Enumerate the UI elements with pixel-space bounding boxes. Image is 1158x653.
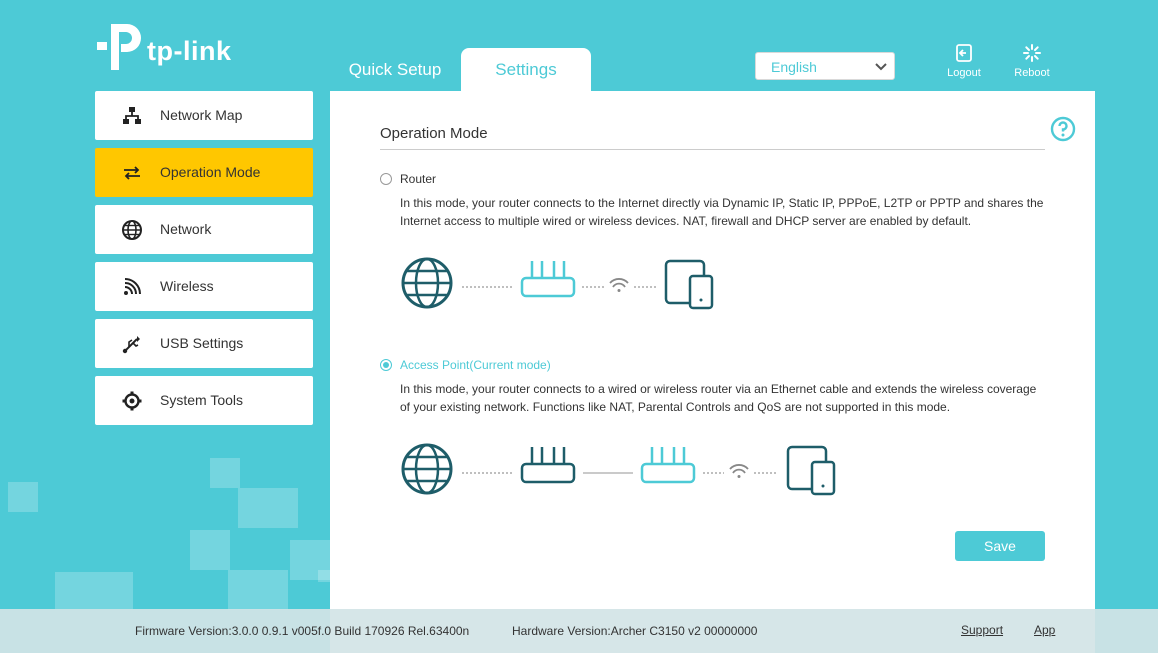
footer: Firmware Version:3.0.0 0.9.1 v005f.0 Bui… [0, 609, 1158, 653]
router-mode-diagram [401, 257, 714, 310]
description-line: of your existing network. Functions like… [400, 400, 951, 414]
logout-icon [956, 44, 972, 62]
main-panel: Operation Mode Router In this mode, your… [330, 91, 1095, 653]
sidebar-item-label: Network [160, 221, 212, 237]
hardware-version: Hardware Version:Archer C3150 v2 0000000… [512, 624, 758, 638]
sidebar-item-label: USB Settings [160, 335, 244, 351]
help-icon[interactable] [1050, 116, 1076, 142]
background-decoration [210, 458, 240, 488]
reboot-label: Reboot [1014, 67, 1050, 79]
network-map-icon [123, 107, 141, 124]
sidebar-item-usb-settings[interactable]: USB Settings [95, 319, 313, 368]
sidebar-item-system-tools[interactable]: System Tools [95, 376, 313, 425]
tp-link-logo: tp-link [95, 22, 235, 74]
language-select[interactable]: English [755, 52, 895, 80]
access-point-mode-label[interactable]: Access Point(Current mode) [400, 358, 551, 372]
support-link[interactable]: Support [961, 623, 1003, 637]
app-link[interactable]: App [1034, 623, 1055, 637]
sidebar-item-wireless[interactable]: Wireless [95, 262, 313, 311]
description-line: In this mode, your router connects to a … [400, 382, 1037, 396]
gear-icon [122, 391, 142, 411]
access-point-mode-radio[interactable] [380, 359, 392, 371]
main-router-icon [520, 447, 576, 484]
tp-link-logo-icon [97, 24, 141, 70]
logout-label: Logout [947, 67, 981, 79]
background-decoration [318, 570, 330, 582]
wifi-signal-icon [729, 464, 749, 478]
access-point-mode-diagram [401, 443, 836, 496]
tab-settings[interactable]: Settings [461, 48, 591, 91]
sidebar-item-label: System Tools [160, 392, 243, 408]
wifi-signal-icon [609, 278, 629, 292]
operation-mode-icon [124, 166, 140, 180]
background-decoration [8, 482, 38, 512]
globe-icon [122, 220, 142, 240]
access-point-mode-description: In this mode, your router connects to a … [400, 380, 1060, 416]
sidebar-item-label: Operation Mode [160, 164, 261, 180]
sidebar-item-network-map[interactable]: Network Map [95, 91, 313, 140]
sidebar-item-label: Wireless [160, 278, 214, 294]
access-point-router-icon [640, 447, 696, 484]
sidebar-item-network[interactable]: Network [95, 205, 313, 254]
background-decoration [55, 572, 133, 609]
logout-button[interactable]: Logout [934, 43, 994, 79]
sidebar-item-operation-mode[interactable]: Operation Mode [95, 148, 313, 197]
router-icon [520, 261, 576, 298]
wireless-icon [124, 278, 141, 295]
internet-globe-icon [401, 257, 453, 309]
section-divider [380, 149, 1045, 150]
router-mode-label[interactable]: Router [400, 172, 436, 186]
tab-quick-setup[interactable]: Quick Setup [335, 48, 455, 91]
language-selected-value: English [771, 59, 817, 75]
description-line: Internet access to multiple wired or wir… [400, 214, 972, 228]
router-mode-radio[interactable] [380, 173, 392, 185]
sidebar-item-label: Network Map [160, 107, 243, 123]
reboot-icon [1023, 44, 1041, 62]
chevron-down-icon [875, 63, 887, 71]
usb-icon [122, 336, 140, 354]
background-decoration [228, 570, 288, 610]
save-button[interactable]: Save [955, 531, 1045, 561]
devices-icon [786, 445, 836, 496]
internet-globe-icon [401, 443, 453, 495]
devices-icon [664, 259, 714, 310]
firmware-version: Firmware Version:3.0.0 0.9.1 v005f.0 Bui… [135, 624, 470, 638]
logo-text: tp-link [147, 36, 232, 66]
description-line: In this mode, your router connects to th… [400, 196, 1044, 210]
reboot-button[interactable]: Reboot [1002, 43, 1062, 79]
background-decoration [238, 488, 298, 528]
router-mode-description: In this mode, your router connects to th… [400, 194, 1060, 230]
background-decoration [190, 530, 230, 570]
section-title: Operation Mode [380, 125, 488, 142]
